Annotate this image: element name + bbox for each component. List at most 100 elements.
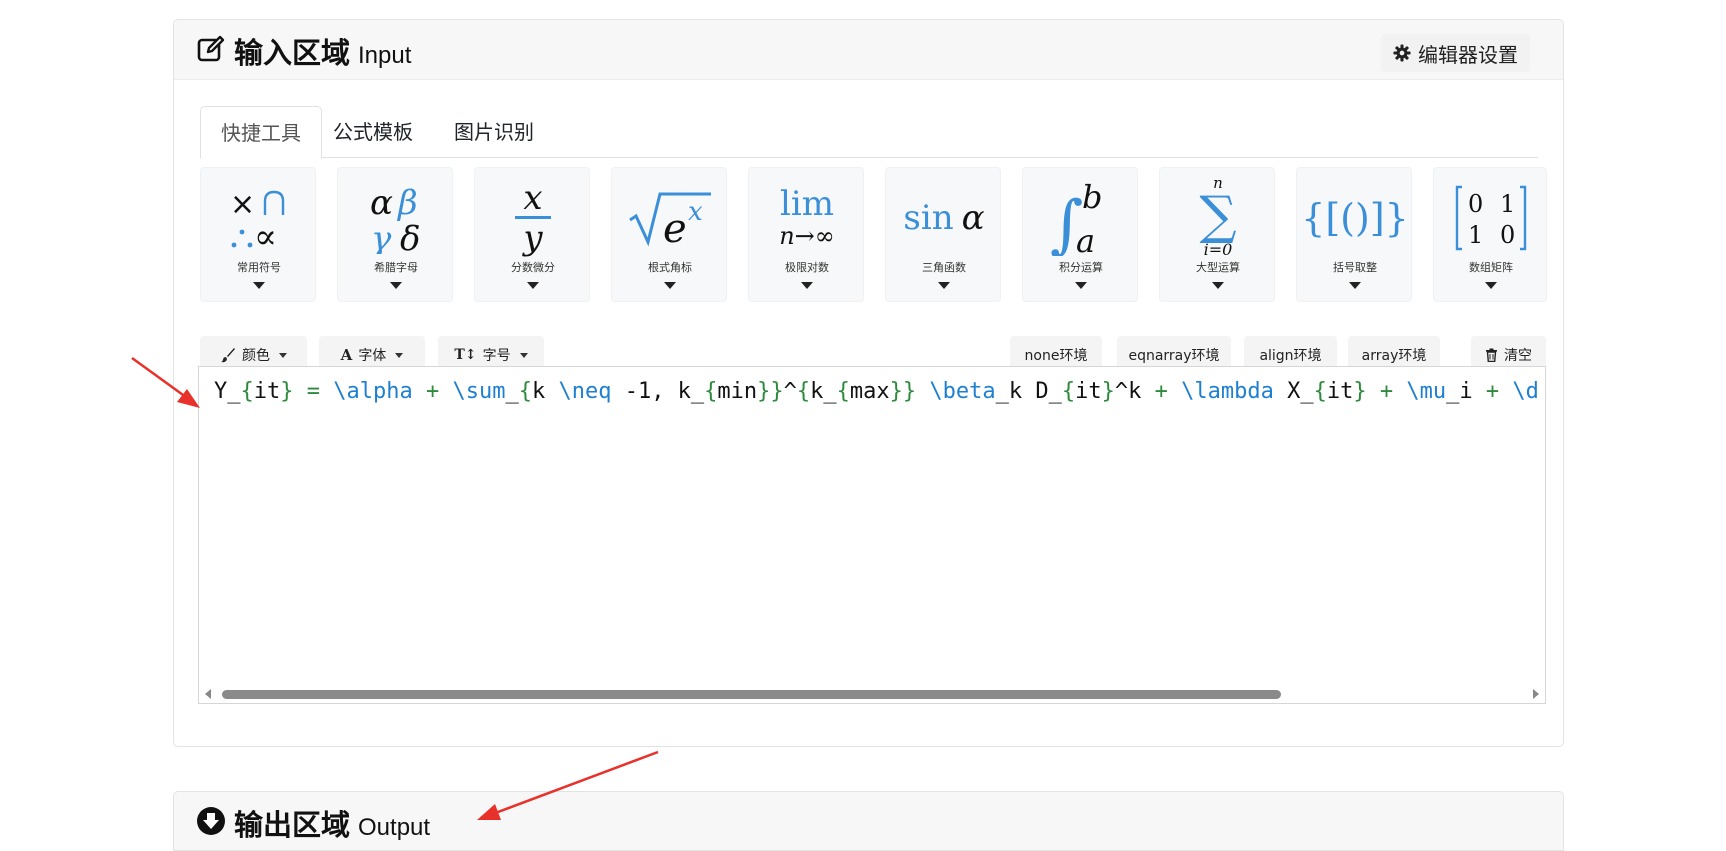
brackets-glyph: {[()]} <box>1301 196 1409 240</box>
env-align-label: align环境 <box>1259 348 1322 364</box>
chevron-down-icon[interactable] <box>527 282 539 289</box>
chevron-down-icon[interactable] <box>664 282 676 289</box>
svg-text:∝: ∝ <box>254 217 277 251</box>
tool-summation[interactable]: n ∑ i=0 大型运算 <box>1159 167 1275 302</box>
chevron-down-icon[interactable] <box>938 282 950 289</box>
svg-text:γ: γ <box>371 219 392 254</box>
tab-formula-templates[interactable]: 公式模板 <box>313 106 433 158</box>
output-title-cn: 输出区域 <box>234 808 351 842</box>
input-title-en: Input <box>358 42 412 69</box>
svg-text:x: x <box>688 197 703 227</box>
latex-code-line[interactable]: Y_{it} = \alpha + \sum_{k \neq -1, k_{mi… <box>214 377 1539 407</box>
tab-bar: 快捷工具 公式模板 图片识别 <box>200 106 1538 159</box>
font-label: 字体 <box>358 348 387 364</box>
caret-down-icon <box>395 352 404 358</box>
chevron-down-icon[interactable] <box>1075 282 1087 289</box>
tab-quick-tools[interactable]: 快捷工具 <box>200 106 322 159</box>
svg-text:α: α <box>370 183 393 223</box>
output-header: 输出区域 Output <box>173 791 1564 851</box>
tool-matrix[interactable]: 0 1 1 0 数组矩阵 <box>1433 167 1547 302</box>
clear-label: 清空 <box>1504 348 1532 364</box>
chevron-down-icon[interactable] <box>390 282 402 289</box>
integral-icon: ∫ b a <box>1023 178 1139 258</box>
tab-image-recognition[interactable]: 图片识别 <box>434 106 554 158</box>
svg-text:×: × <box>230 187 255 222</box>
fraction-icon: x y <box>475 178 591 258</box>
horizontal-scrollbar[interactable] <box>199 685 1545 703</box>
scroll-right-arrow-icon[interactable] <box>1533 689 1539 699</box>
scrollbar-thumb[interactable] <box>222 690 1281 699</box>
matrix-icon: 0 1 1 0 <box>1434 178 1548 258</box>
tool-limit[interactable]: lim n→∞ 极限对数 <box>748 167 864 302</box>
paintbrush-icon <box>221 348 235 363</box>
tool-label: 常用符号 <box>237 261 281 274</box>
edit-icon <box>197 35 225 62</box>
font-icon: A <box>340 346 353 364</box>
tool-label: 三角函数 <box>922 261 966 274</box>
sin-word: sin <box>903 198 954 238</box>
tool-label: 大型运算 <box>1196 261 1240 274</box>
chevron-down-icon[interactable] <box>801 282 813 289</box>
radical-icon: e x <box>612 178 728 258</box>
tool-label: 极限对数 <box>785 261 829 274</box>
input-header: 输入区域 Input 编辑器设置 <box>174 20 1563 80</box>
brackets-icon: {[()]} <box>1297 178 1413 258</box>
summation-icon: n ∑ i=0 <box>1160 174 1276 260</box>
chevron-down-icon[interactable] <box>1349 282 1361 289</box>
editor-settings-label: 编辑器设置 <box>1418 42 1518 67</box>
svg-text:e: e <box>663 206 687 250</box>
color-label: 颜色 <box>242 348 270 364</box>
tool-brackets[interactable]: {[()]} 括号取整 <box>1296 167 1412 302</box>
chevron-down-icon[interactable] <box>1212 282 1224 289</box>
svg-text:1: 1 <box>1500 190 1515 218</box>
env-eqnarray-label: eqnarray环境 <box>1128 348 1220 364</box>
tool-trig[interactable]: sin α 三角函数 <box>885 167 1001 302</box>
lim-subscript: n→∞ <box>779 222 835 250</box>
lim-word: lim <box>780 184 834 224</box>
chevron-down-icon[interactable] <box>253 282 265 289</box>
limit-icon: lim n→∞ <box>749 178 865 258</box>
sin-argument: α <box>961 198 985 238</box>
tool-common-symbols[interactable]: × ∝ 常用符号 <box>200 167 316 302</box>
svg-text:0: 0 <box>1468 190 1483 218</box>
trash-icon <box>1486 348 1497 362</box>
scroll-left-arrow-icon[interactable] <box>205 689 211 699</box>
output-title-en: Output <box>358 814 431 841</box>
greek-letters-icon: α β γ δ <box>338 178 454 258</box>
input-title-cn: 输入区域 <box>234 36 351 70</box>
tool-label: 根式角标 <box>648 261 692 274</box>
svg-text:δ: δ <box>400 219 420 254</box>
tool-label: 希腊字母 <box>374 261 418 274</box>
sum-lower: i=0 <box>1203 240 1233 259</box>
tool-fraction[interactable]: x y 分数微分 <box>474 167 590 302</box>
size-label: 字号 <box>482 348 511 364</box>
tool-label: 括号取整 <box>1333 261 1377 274</box>
output-title: 输出区域 Output <box>234 802 430 844</box>
trig-icon: sin α <box>886 178 1002 258</box>
svg-text:β: β <box>396 183 418 223</box>
env-array-label: array环境 <box>1361 348 1427 364</box>
fraction-denominator: y <box>523 218 543 258</box>
caret-down-icon <box>519 352 528 358</box>
svg-text:a: a <box>1076 222 1095 256</box>
gear-icon <box>1393 44 1411 62</box>
sigma-symbol: ∑ <box>1199 186 1237 246</box>
fraction-numerator: x <box>523 178 543 218</box>
common-symbols-icon: × ∝ <box>201 178 317 258</box>
tool-radical[interactable]: e x 根式角标 <box>611 167 727 302</box>
tool-label: 分数微分 <box>511 261 555 274</box>
editor-settings-button[interactable]: 编辑器设置 <box>1381 34 1530 72</box>
svg-text:0: 0 <box>1500 221 1515 249</box>
svg-text:1: 1 <box>1468 221 1483 249</box>
tool-label: 积分运算 <box>1059 261 1103 274</box>
input-title: 输入区域 Input <box>234 30 411 72</box>
tool-integral[interactable]: ∫ b a 积分运算 <box>1022 167 1138 302</box>
arrow-circle-down-icon <box>197 807 225 835</box>
chevron-down-icon[interactable] <box>1485 282 1497 289</box>
tool-greek-letters[interactable]: α β γ δ 希腊字母 <box>337 167 453 302</box>
svg-text:b: b <box>1082 180 1102 216</box>
caret-down-icon <box>279 352 287 358</box>
latex-editor[interactable]: Y_{it} = \alpha + \sum_{k \neq -1, k_{mi… <box>198 366 1546 704</box>
tool-label: 数组矩阵 <box>1469 261 1513 274</box>
text-height-icon: T↕ <box>454 347 477 363</box>
